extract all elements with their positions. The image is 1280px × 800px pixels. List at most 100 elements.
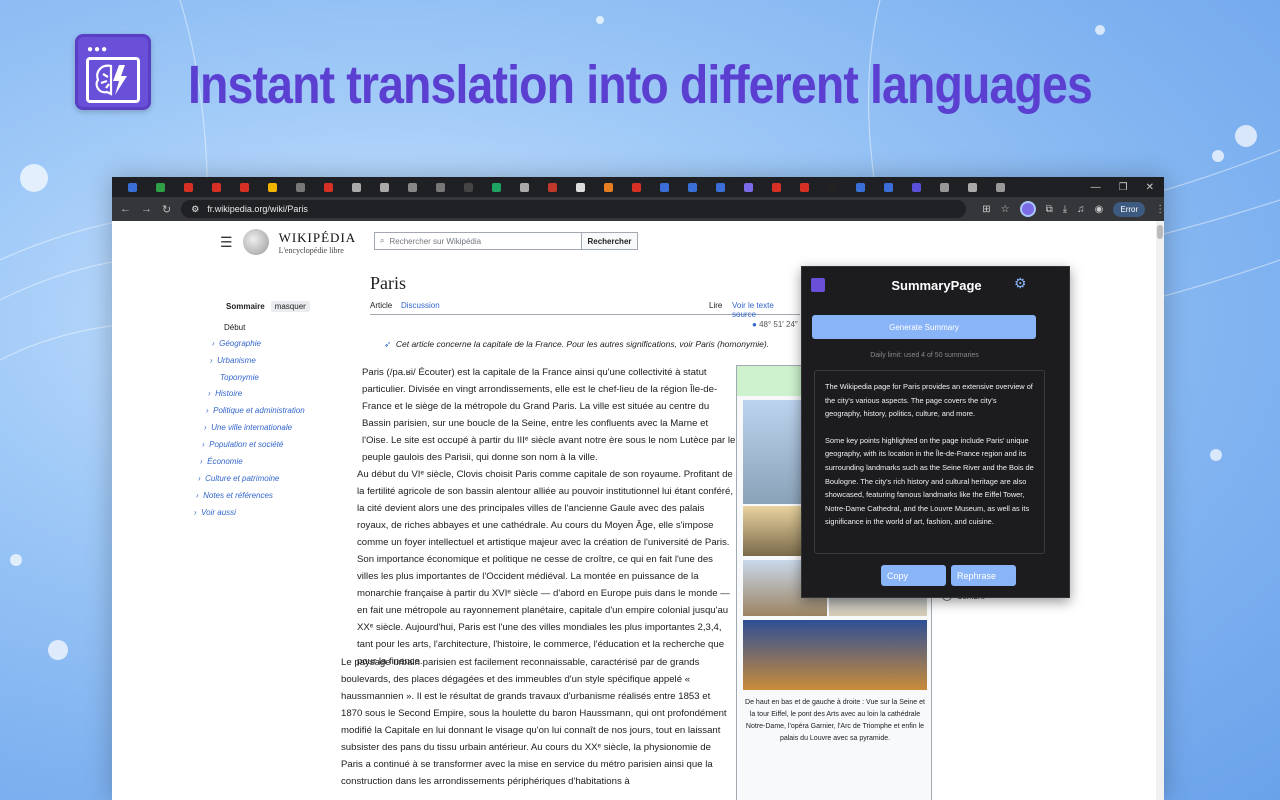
tab-favicon-icon xyxy=(967,182,977,192)
tab-favicon-icon xyxy=(743,182,753,192)
settings-gear-icon[interactable]: ⚙ xyxy=(1014,275,1027,292)
toc-item[interactable]: › Histoire xyxy=(208,389,242,398)
browser-tab[interactable] xyxy=(818,177,846,197)
browser-tab[interactable] xyxy=(846,177,874,197)
app-logo: ●●● xyxy=(75,34,151,110)
tab-favicon-icon xyxy=(239,182,249,192)
tab-favicon-icon xyxy=(911,182,921,192)
minimize-icon[interactable]: — xyxy=(1091,182,1101,193)
address-bar[interactable]: ⚙ fr.wikipedia.org/wiki/Paris xyxy=(181,200,967,218)
browser-tab[interactable] xyxy=(986,177,1014,197)
browser-tab[interactable] xyxy=(426,177,454,197)
generate-summary-button[interactable]: Generate Summary xyxy=(812,315,1036,339)
menu-kebab-icon[interactable]: ⋮ xyxy=(1155,204,1165,215)
search-button[interactable]: Rechercher xyxy=(581,232,638,250)
wiki-header: ☰ WIKIPÉDIA L'encyclopédie libre xyxy=(220,229,356,255)
browser-tab[interactable] xyxy=(202,177,230,197)
browser-tab[interactable] xyxy=(902,177,930,197)
toc-item[interactable]: › Population et société xyxy=(202,440,283,449)
media-icon[interactable]: ♫ xyxy=(1077,204,1085,215)
browser-tab[interactable] xyxy=(958,177,986,197)
browser-tab[interactable] xyxy=(174,177,202,197)
browser-tab[interactable] xyxy=(482,177,510,197)
browser-tab[interactable] xyxy=(258,177,286,197)
wikipedia-globe-icon[interactable] xyxy=(242,229,269,255)
toc-item[interactable]: Début xyxy=(224,323,245,332)
browser-tab[interactable] xyxy=(622,177,650,197)
toc-item[interactable]: Toponymie xyxy=(220,373,259,382)
site-info-icon[interactable]: ⚙ xyxy=(191,204,199,215)
maximize-icon[interactable]: ❐ xyxy=(1119,182,1128,193)
browser-tab[interactable] xyxy=(118,177,146,197)
coordinates[interactable]: ● 48° 51′ 24″ xyxy=(752,320,798,329)
tab-favicon-icon xyxy=(351,182,361,192)
back-icon[interactable]: ← xyxy=(120,203,131,215)
summarypage-extension-icon[interactable] xyxy=(1019,201,1036,217)
browser-tab[interactable] xyxy=(454,177,482,197)
tab-favicon-icon xyxy=(631,182,641,192)
browser-tab[interactable] xyxy=(790,177,818,197)
copy-button[interactable]: Copy xyxy=(881,565,946,586)
browser-tab[interactable] xyxy=(398,177,426,197)
tab-read[interactable]: Lire xyxy=(709,301,722,310)
reload-icon[interactable]: ↻ xyxy=(162,203,171,216)
summary-output: The Wikipedia page for Paris provides an… xyxy=(814,370,1045,554)
browser-tab[interactable] xyxy=(566,177,594,197)
search-icon: ⌕ xyxy=(380,236,385,245)
bookmark-star-icon[interactable]: ☆ xyxy=(1001,204,1010,215)
scrollbar-thumb[interactable] xyxy=(1157,225,1163,239)
browser-tab[interactable] xyxy=(314,177,342,197)
tab-view-source[interactable]: Voir le texte source xyxy=(732,301,800,319)
toc-item[interactable]: › Voir aussi xyxy=(194,508,236,517)
browser-tab[interactable] xyxy=(286,177,314,197)
search-placeholder: Rechercher sur Wikipédia xyxy=(389,236,482,246)
browser-tab[interactable] xyxy=(930,177,958,197)
browser-tab[interactable] xyxy=(510,177,538,197)
browser-tab[interactable] xyxy=(734,177,762,197)
summary-paragraph: Some key points highlighted on the page … xyxy=(825,435,1034,527)
tab-favicon-icon xyxy=(771,182,781,192)
tab-favicon-icon xyxy=(855,182,865,192)
tab-favicon-icon xyxy=(715,182,725,192)
urban-paragraph: Le paysage urbain parisien est facilemen… xyxy=(341,657,727,787)
download-icon[interactable]: ⤓ xyxy=(1063,204,1067,215)
browser-tab[interactable] xyxy=(538,177,566,197)
browser-tab[interactable] xyxy=(230,177,258,197)
tab-discussion[interactable]: Discussion xyxy=(401,301,440,310)
browser-tab[interactable] xyxy=(594,177,622,197)
profile-avatar-icon[interactable]: ◉ xyxy=(1095,204,1104,215)
browser-tab[interactable] xyxy=(146,177,174,197)
toc-item[interactable]: › Géographie xyxy=(212,339,261,348)
browser-tab[interactable] xyxy=(650,177,678,197)
tab-article[interactable]: Article xyxy=(370,301,392,310)
tab-favicon-icon xyxy=(939,182,949,192)
browser-tab[interactable] xyxy=(370,177,398,197)
toc-item[interactable]: › Culture et patrimoine xyxy=(198,474,279,483)
page-headline: Instant translation into different langu… xyxy=(188,55,1093,115)
tab-favicon-icon xyxy=(659,182,669,192)
toc-item[interactable]: › Une ville internationale xyxy=(204,423,292,432)
forward-icon[interactable]: → xyxy=(141,203,152,215)
browser-tab[interactable] xyxy=(706,177,734,197)
page-scrollbar[interactable] xyxy=(1156,221,1164,800)
browser-tab[interactable] xyxy=(678,177,706,197)
rephrase-button[interactable]: Rephrase xyxy=(951,565,1016,586)
close-window-icon[interactable]: ✕ xyxy=(1146,182,1154,193)
browser-tab[interactable] xyxy=(342,177,370,197)
hamburger-menu-icon[interactable]: ☰ xyxy=(220,234,233,251)
toc-item[interactable]: › Économie xyxy=(200,457,243,466)
toc-item[interactable]: › Politique et administration xyxy=(206,406,305,415)
browser-tab[interactable] xyxy=(762,177,790,197)
error-badge[interactable]: Error xyxy=(1113,201,1146,217)
toc-item[interactable]: › Urbanisme xyxy=(210,356,256,365)
hatnote: ➶ Cet article concerne la capitale de la… xyxy=(384,339,770,349)
wiki-wordmark[interactable]: WIKIPÉDIA L'encyclopédie libre xyxy=(279,230,357,255)
translate-icon[interactable]: ⊞ xyxy=(982,204,990,215)
browser-tab[interactable] xyxy=(874,177,902,197)
extensions-puzzle-icon[interactable]: ⧉ xyxy=(1046,204,1053,215)
louvre-photo[interactable] xyxy=(743,620,927,690)
toc-item[interactable]: › Notes et références xyxy=(196,491,273,500)
toc-hide-button[interactable]: masquer xyxy=(270,301,310,312)
wiki-search-input[interactable]: ⌕ Rechercher sur Wikipédia xyxy=(374,232,582,250)
tab-favicon-icon xyxy=(267,182,277,192)
